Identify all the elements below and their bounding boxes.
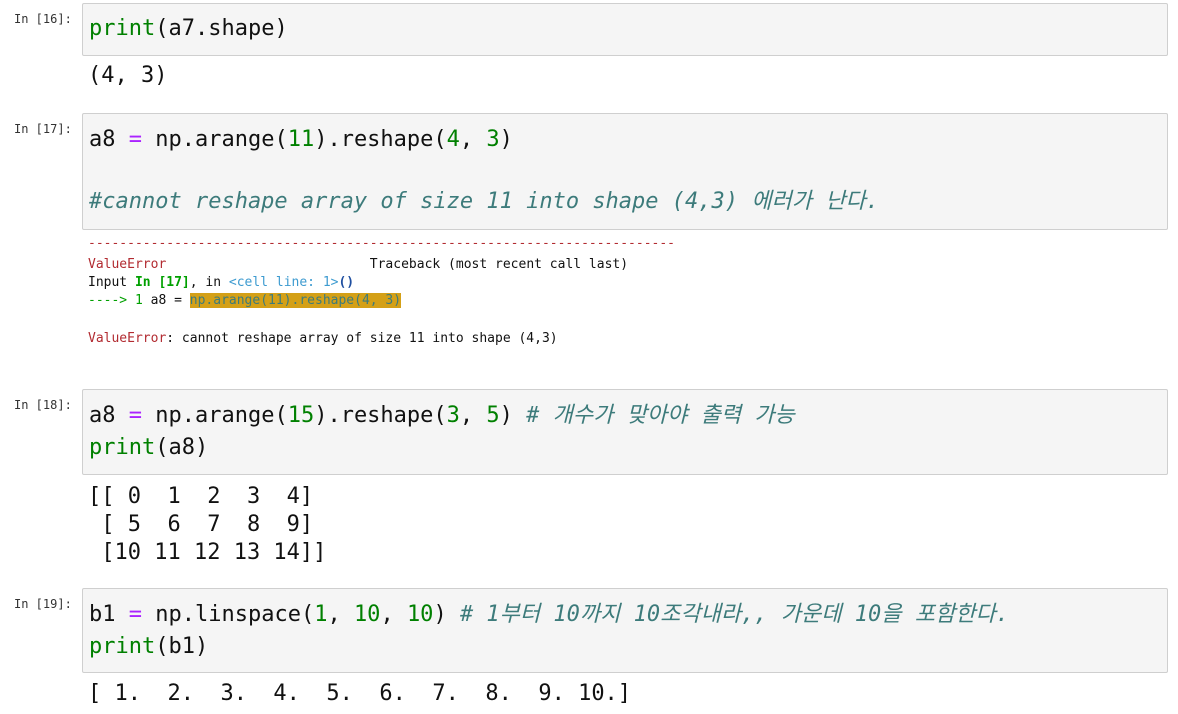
code-token: 10 xyxy=(353,602,381,627)
cell-output: [[ 0 1 2 3 4] [ 5 6 7 8 9] [10 11 12 13 … xyxy=(88,484,327,565)
tb-cell-line: <cell line: 1> xyxy=(228,275,339,290)
code-token: np.linspace( xyxy=(142,602,315,627)
code-token: , xyxy=(327,602,354,627)
code-token: , xyxy=(380,602,407,627)
traceback-final-error: ValueError: cannot reshape array of size… xyxy=(88,330,558,348)
code-token: a8 xyxy=(89,127,129,152)
traceback-header: ValueError Traceback (most recent call l… xyxy=(88,256,628,274)
code-token: 3 xyxy=(486,127,500,152)
code-token: np.arange( xyxy=(142,403,288,428)
code-token: , xyxy=(459,403,487,428)
error-name: ValueError xyxy=(88,331,167,346)
code-token: 3 xyxy=(446,403,460,428)
tb-text: Input xyxy=(88,275,135,290)
cell-prompt: In [16]: xyxy=(14,12,72,26)
code-token: (a7.shape) xyxy=(155,16,288,41)
cell-prompt: In [18]: xyxy=(14,398,72,412)
code-comment: # 개수가 맞아야 출력 가능 xyxy=(526,403,795,428)
code-comment: # 1부터 10까지 10조각내라,, 가운데 10을 포함한다. xyxy=(459,602,1009,627)
code-token: 11 xyxy=(287,127,315,152)
code-token: , xyxy=(459,127,487,152)
tb-parens: () xyxy=(338,275,355,290)
tb-in-label: In [17] xyxy=(134,275,190,290)
traceback-divider: ----------------------------------------… xyxy=(88,236,675,251)
code-token: b1 xyxy=(89,602,129,627)
code-line: print(a7.shape) xyxy=(83,4,1167,45)
cell-output: (4, 3) xyxy=(88,63,168,88)
code-token: 10 xyxy=(406,602,434,627)
code-token: (a8) xyxy=(155,435,209,460)
error-message: : cannot reshape array of size 11 into s… xyxy=(166,331,558,346)
tb-arrow: ----> 1 xyxy=(88,293,151,308)
code-token: 4 xyxy=(446,127,460,152)
code-line: b1 = np.linspace(1, 10, 10) # 1부터 10까지 1… xyxy=(83,589,1167,631)
code-token: np.arange( xyxy=(142,127,288,152)
code-cell-18[interactable]: a8 = np.arange(15).reshape(3, 5) # 개수가 맞… xyxy=(82,389,1168,475)
code-line: a8 = np.arange(15).reshape(3, 5) # 개수가 맞… xyxy=(83,390,1167,432)
code-token: ) xyxy=(499,403,527,428)
code-token: ).reshape( xyxy=(314,403,447,428)
code-comment: #cannot reshape array of size 11 into sh… xyxy=(89,189,879,214)
code-token: = xyxy=(128,127,142,152)
code-token: ) xyxy=(433,602,460,627)
code-token: ) xyxy=(499,127,513,152)
code-line: print(a8) xyxy=(83,432,1167,464)
tb-highlighted-code: np.arange(11).reshape(4, 3) xyxy=(189,293,402,308)
cell-prompt: In [19]: xyxy=(14,597,72,611)
code-token: print xyxy=(89,435,156,460)
code-token: a8 xyxy=(89,403,129,428)
code-token: 5 xyxy=(486,403,500,428)
code-token: print xyxy=(89,634,156,659)
code-token: 15 xyxy=(287,403,315,428)
cell-output: [ 1. 2. 3. 4. 5. 6. 7. 8. 9. 10.] xyxy=(88,681,632,706)
code-cell-17[interactable]: a8 = np.arange(11).reshape(4, 3) #cannot… xyxy=(82,113,1168,230)
code-token: ).reshape( xyxy=(314,127,447,152)
traceback-input-line: Input In [17], in <cell line: 1>() xyxy=(88,274,354,292)
code-token: = xyxy=(128,602,142,627)
tb-text: , in xyxy=(189,275,229,290)
traceback-label: Traceback (most recent call last) xyxy=(369,257,629,272)
cell-prompt: In [17]: xyxy=(14,122,72,136)
code-line: print(b1) xyxy=(83,631,1167,663)
code-token: = xyxy=(128,403,142,428)
tb-code: a8 = xyxy=(150,293,190,308)
traceback-arrow-line: ----> 1 a8 = np.arange(11).reshape(4, 3) xyxy=(88,292,402,310)
code-cell-16[interactable]: print(a7.shape) xyxy=(82,3,1168,56)
code-token: (b1) xyxy=(155,634,209,659)
code-token: 1 xyxy=(314,602,328,627)
code-token: print xyxy=(89,16,156,41)
code-line: a8 = np.arange(11).reshape(4, 3) xyxy=(83,114,1167,156)
error-name: ValueError xyxy=(88,257,167,272)
code-cell-19[interactable]: b1 = np.linspace(1, 10, 10) # 1부터 10까지 1… xyxy=(82,588,1168,673)
